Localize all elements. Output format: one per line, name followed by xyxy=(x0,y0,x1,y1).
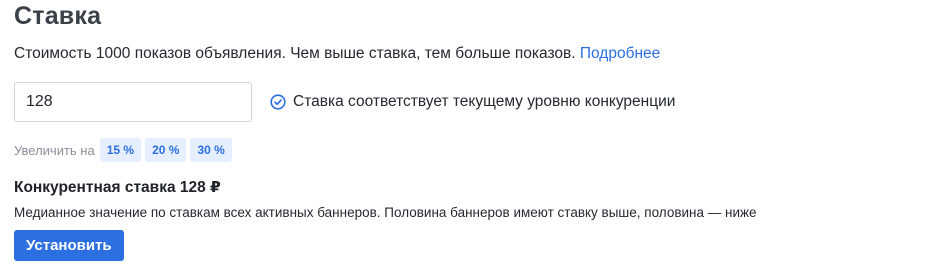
increase-label: Увеличить на xyxy=(14,142,95,158)
competitive-bid-description: Медианное значение по ставкам всех актив… xyxy=(14,205,757,220)
bid-status: Ставка соответствует текущему уровню кон… xyxy=(270,93,675,111)
bid-description-text: Стоимость 1000 показов объявления. Чем в… xyxy=(14,45,576,62)
increase-15-button[interactable]: 15 % xyxy=(99,138,142,162)
bid-status-text: Ставка соответствует текущему уровню кон… xyxy=(293,93,676,110)
increase-20-button[interactable]: 20 % xyxy=(145,138,187,162)
increase-30-button[interactable]: 30 % xyxy=(190,138,232,162)
increase-row: Увеличить на 15 % 20 % 30 % xyxy=(14,138,232,162)
page-title: Ставка xyxy=(14,2,102,30)
check-circle-icon xyxy=(270,94,286,110)
competitive-bid-title: Конкурентная ставка 128 ₽ xyxy=(14,179,221,196)
set-bid-button[interactable]: Установить xyxy=(14,230,124,261)
bid-description: Стоимость 1000 показов объявления. Чем в… xyxy=(14,45,660,63)
bid-input[interactable] xyxy=(14,82,252,122)
more-link[interactable]: Подробнее xyxy=(580,45,660,62)
